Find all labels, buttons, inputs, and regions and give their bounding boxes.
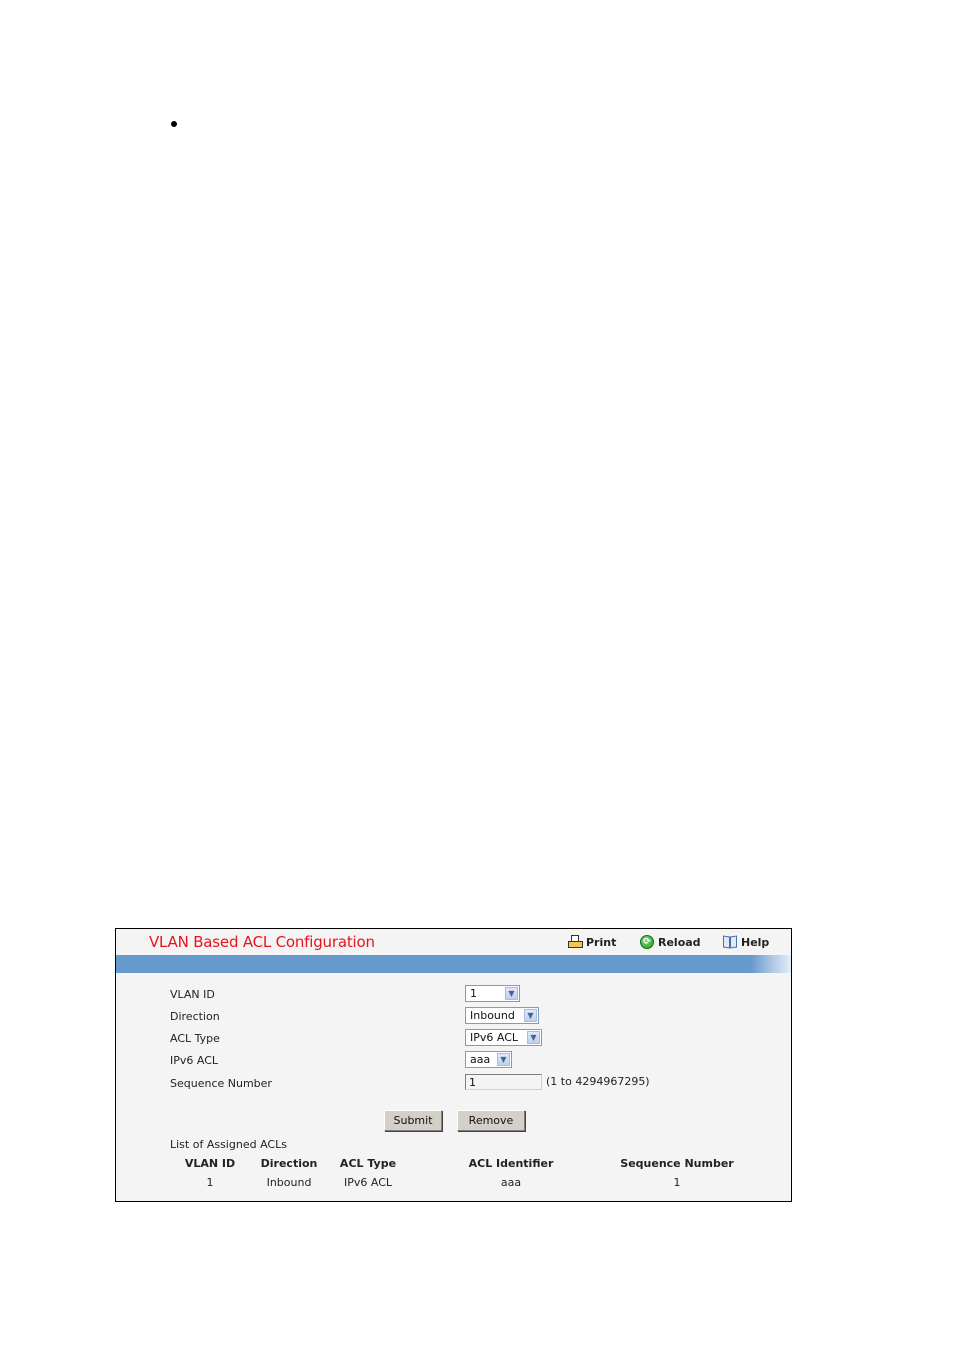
ipv6-acl-value: aaa (470, 1053, 491, 1066)
vlan-id-select[interactable]: 1 ▼ (465, 985, 520, 1002)
vlan-id-value: 1 (470, 987, 477, 1000)
cell-direction: Inbound (266, 1176, 312, 1189)
sequence-number-label: Sequence Number (170, 1077, 272, 1090)
chevron-down-icon[interactable]: ▼ (527, 1031, 540, 1044)
column-header-direction: Direction (260, 1157, 318, 1170)
submit-button[interactable]: Submit (384, 1110, 442, 1131)
direction-select[interactable]: Inbound ▼ (465, 1007, 539, 1024)
header-bar (116, 955, 791, 973)
column-header-vlan-id: VLAN ID (184, 1157, 236, 1170)
chevron-down-icon[interactable]: ▼ (497, 1053, 510, 1066)
help-label: Help (741, 935, 770, 949)
ipv6-acl-label: IPv6 ACL (170, 1054, 219, 1067)
page-title: VLAN Based ACL Configuration (149, 933, 375, 951)
vlan-acl-config-panel: VLAN Based ACL Configuration Print ⟳ Rel… (115, 928, 792, 1202)
assigned-acls-title: List of Assigned ACLs (170, 1138, 287, 1151)
cell-acl-identifier: aaa (500, 1176, 522, 1189)
sequence-number-range-hint: (1 to 4294967295) (546, 1075, 650, 1088)
bullet-point (171, 121, 177, 127)
book-icon (723, 935, 738, 949)
direction-label: Direction (170, 1010, 220, 1023)
print-button[interactable]: Print (568, 935, 616, 949)
reload-label: Reload (658, 935, 701, 949)
cell-vlan-id: 1 (206, 1176, 214, 1189)
reload-icon: ⟳ (640, 935, 655, 949)
sequence-number-input[interactable] (465, 1074, 542, 1090)
cell-sequence-number: 1 (673, 1176, 681, 1189)
chevron-down-icon[interactable]: ▼ (524, 1009, 537, 1022)
chevron-down-icon[interactable]: ▼ (505, 987, 518, 1000)
vlan-id-label: VLAN ID (170, 988, 215, 1001)
column-header-acl-type: ACL Type (339, 1157, 397, 1170)
acl-type-label: ACL Type (170, 1032, 220, 1045)
help-button[interactable]: Help (723, 935, 769, 949)
panel-header: VLAN Based ACL Configuration Print ⟳ Rel… (116, 929, 791, 955)
acl-type-select[interactable]: IPv6 ACL ▼ (465, 1029, 542, 1046)
cell-acl-type: IPv6 ACL (343, 1176, 393, 1189)
printer-icon (568, 935, 583, 949)
column-header-acl-identifier: ACL Identifier (468, 1157, 554, 1170)
print-label: Print (586, 935, 617, 949)
remove-button[interactable]: Remove (457, 1110, 525, 1131)
reload-button[interactable]: ⟳ Reload (640, 935, 701, 949)
direction-value: Inbound (470, 1009, 515, 1022)
column-header-sequence-number: Sequence Number (620, 1157, 734, 1170)
ipv6-acl-select[interactable]: aaa ▼ (465, 1051, 512, 1068)
acl-type-value: IPv6 ACL (470, 1031, 519, 1044)
